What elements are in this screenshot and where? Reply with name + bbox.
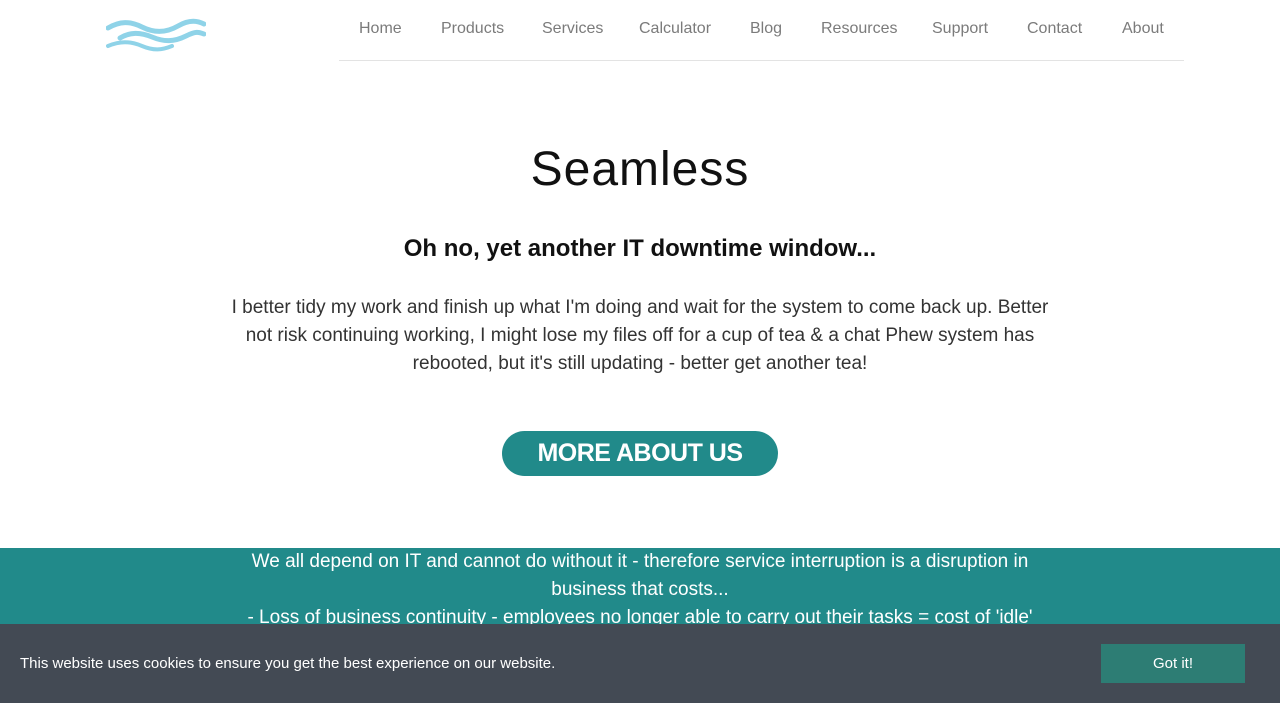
cookie-banner: This website uses cookies to ensure you … — [0, 624, 1280, 703]
info-band-text: We all depend on IT and cannot do withou… — [215, 548, 1065, 632]
hero-subtitle: Oh no, yet another IT downtime window... — [403, 235, 877, 262]
main-nav: Home Products Services Calculator Blog R… — [339, 0, 1184, 61]
nav-home[interactable]: Home — [359, 20, 402, 38]
cookie-accept-button[interactable]: Got it! — [1101, 644, 1245, 683]
nav-contact[interactable]: Contact — [1027, 20, 1082, 38]
info-band-line-1: We all depend on IT and cannot do withou… — [251, 551, 1029, 600]
nav-services[interactable]: Services — [542, 20, 603, 38]
nav-resources[interactable]: Resources — [821, 20, 897, 38]
hero-title: Seamless — [530, 143, 750, 196]
nav-about[interactable]: About — [1122, 20, 1164, 38]
nav-blog[interactable]: Blog — [750, 20, 782, 38]
hero-body-text: I better tidy my work and finish up what… — [231, 297, 1049, 374]
cookie-message: This website uses cookies to ensure you … — [20, 655, 556, 672]
waves-logo-icon — [105, 18, 207, 52]
nav-calculator[interactable]: Calculator — [639, 20, 711, 38]
site-logo[interactable] — [105, 17, 207, 53]
nav-support[interactable]: Support — [932, 20, 988, 38]
nav-products[interactable]: Products — [441, 20, 504, 38]
page: Home Products Services Calculator Blog R… — [0, 0, 1280, 703]
more-about-us-button[interactable]: MORE ABOUT US — [502, 431, 778, 476]
